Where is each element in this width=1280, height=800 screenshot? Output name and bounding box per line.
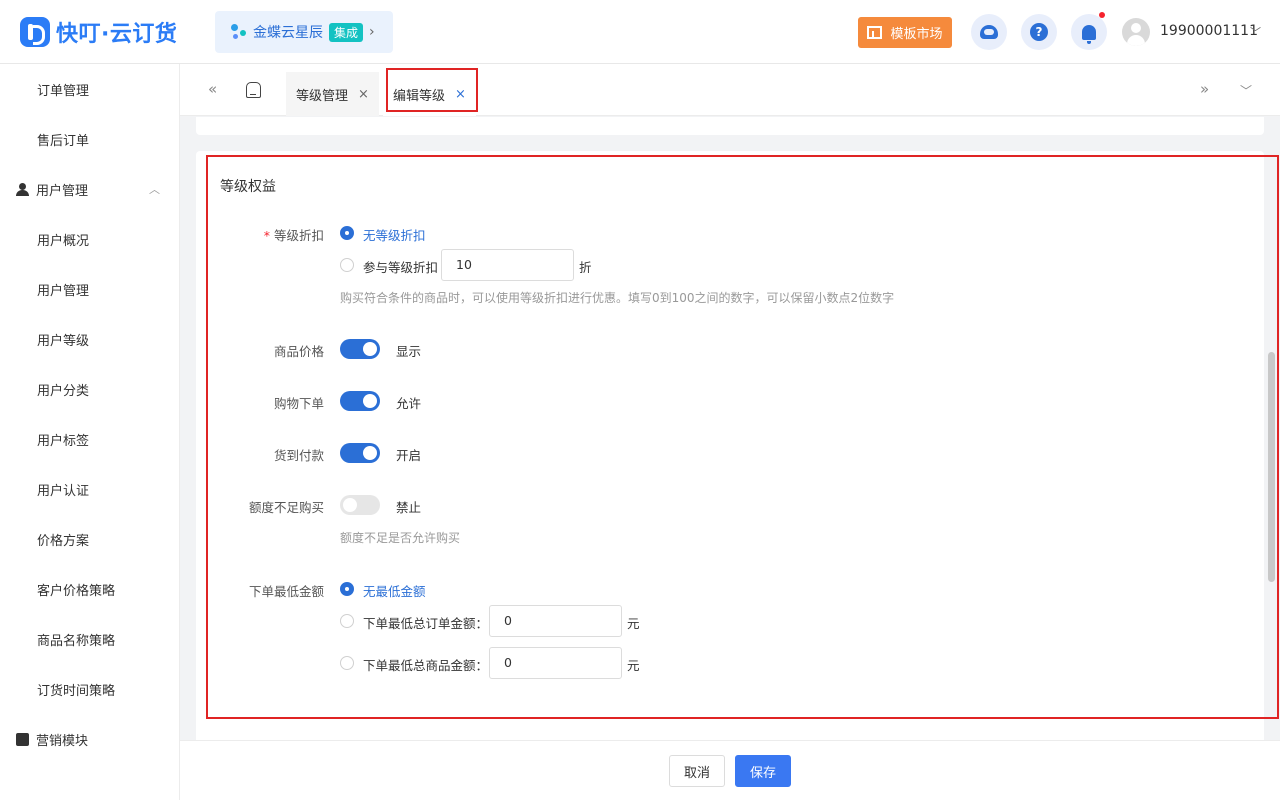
sidebar-item-price-plans[interactable]: 价格方案 <box>0 514 179 564</box>
help-button[interactable]: ? <box>1021 14 1057 50</box>
sidebar-item-order-time-strategy[interactable]: 订货时间策略 <box>0 664 179 714</box>
template-market-label: 模板市场 <box>890 27 943 42</box>
no-min-amount-label[interactable]: 无最低金额 <box>363 581 426 600</box>
radio-join-discount[interactable] <box>340 258 354 272</box>
marketing-icon <box>16 732 29 746</box>
section-title: 等级权益 <box>220 179 276 195</box>
sidebar-item-user-verification[interactable]: 用户认证 <box>0 464 179 514</box>
discount-input[interactable]: 10 <box>441 249 574 281</box>
sidebar-item-orders[interactable]: 订单管理 <box>0 64 179 114</box>
headset-icon <box>980 25 998 39</box>
logo-k-icon <box>20 17 50 47</box>
tabs-menu-chevron-icon[interactable]: ﹀ <box>1240 82 1252 99</box>
app-logo[interactable]: 快叮·云订货 <box>20 17 177 47</box>
credit-state: 禁止 <box>396 500 422 515</box>
save-button[interactable]: 保存 <box>735 755 791 787</box>
kingdee-logo-icon <box>229 21 251 43</box>
sidebar-item-user-levels[interactable]: 用户等级 <box>0 314 179 364</box>
tabs-scroll-left-icon[interactable]: « <box>208 80 217 98</box>
cod-switch[interactable] <box>340 443 380 463</box>
sidebar-item-product-name-strategy[interactable]: 商品名称策略 <box>0 614 179 664</box>
min-order-total-unit: 元 <box>627 616 640 631</box>
order-label: 购物下单 <box>273 396 324 411</box>
chevron-down-icon[interactable]: ﹀ <box>1250 24 1261 40</box>
price-label: 商品价格 <box>273 344 324 359</box>
min-amount-label: 下单最低金额 <box>248 584 324 599</box>
min-goods-total-input[interactable]: 0 <box>489 647 622 679</box>
template-market-button[interactable]: 模板市场 <box>858 17 952 48</box>
avatar[interactable] <box>1122 18 1150 46</box>
discount-hint: 购买符合条件的商品时，可以使用等级折扣进行优惠。填写0到100之间的数字，可以保… <box>340 291 895 305</box>
radio-min-order-total[interactable] <box>340 614 354 628</box>
sidebar-item-user-overview[interactable]: 用户概况 <box>0 214 179 264</box>
no-discount-label[interactable]: 无等级折扣 <box>363 225 426 244</box>
min-goods-total-label[interactable]: 下单最低总商品金额： <box>363 655 488 674</box>
tab-edit-level[interactable]: 编辑等级 × <box>383 72 476 116</box>
main-content <box>180 117 1280 740</box>
sidebar-group-marketing[interactable]: 营销模块 <box>0 714 179 764</box>
min-goods-total-unit: 元 <box>627 658 640 673</box>
credit-switch[interactable] <box>340 495 380 515</box>
cancel-button[interactable]: 取消 <box>669 755 725 787</box>
sidebar-item-customer-price-strategy[interactable]: 客户价格策略 <box>0 564 179 614</box>
credit-label: 额度不足购买 <box>248 500 324 515</box>
tab-level-management[interactable]: 等级管理 × <box>286 72 379 116</box>
sidebar-item-user-categories[interactable]: 用户分类 <box>0 364 179 414</box>
chevron-up-icon: ︿ <box>149 183 160 196</box>
user-icon <box>16 182 29 196</box>
template-icon <box>867 26 883 39</box>
tabs-scroll-right-icon[interactable]: » <box>1200 80 1209 98</box>
cod-label: 货到付款 <box>273 448 324 463</box>
radio-min-goods-total[interactable] <box>340 656 354 670</box>
cod-state: 开启 <box>396 448 422 463</box>
sidebar-item-user-management[interactable]: 用户管理 <box>0 264 179 314</box>
previous-section-card <box>196 117 1264 135</box>
order-state: 允许 <box>396 396 422 411</box>
notification-dot <box>1099 12 1105 18</box>
scrollbar[interactable] <box>1268 352 1275 582</box>
min-order-total-input[interactable]: 0 <box>489 605 622 637</box>
sidebar: 订单管理 售后订单 用户管理 ︿ 用户概况 用户管理 用户等级 用户分类 用户标… <box>0 64 180 800</box>
discount-label: * 等级折扣 <box>263 228 324 243</box>
footer-bar: 取消 保存 <box>180 740 1280 800</box>
bell-icon <box>1082 24 1096 44</box>
min-order-total-label[interactable]: 下单最低总订单金额： <box>363 613 488 632</box>
price-state: 显示 <box>396 344 422 359</box>
order-switch[interactable] <box>340 391 380 411</box>
help-icon: ? <box>1030 23 1048 41</box>
join-discount-label[interactable]: 参与等级折扣 <box>363 257 438 276</box>
customer-service-button[interactable] <box>971 14 1007 50</box>
notification-button[interactable] <box>1071 12 1107 50</box>
credit-hint: 额度不足是否允许购买 <box>340 531 461 545</box>
username[interactable]: 19900001111 <box>1160 23 1258 39</box>
radio-no-discount[interactable] <box>340 226 354 240</box>
price-switch[interactable] <box>340 339 380 359</box>
home-icon[interactable] <box>246 82 261 98</box>
sidebar-item-after-sales[interactable]: 售后订单 <box>0 114 179 164</box>
sidebar-group-users[interactable]: 用户管理 ︿ <box>0 164 179 214</box>
kingdee-name: 金蝶云星辰 <box>253 25 323 41</box>
top-header: 快叮·云订货 金蝶云星辰 集成 › 模板市场 ? 19900001111 ﹀ <box>0 0 1280 64</box>
integration-tag: 集成 <box>329 22 364 42</box>
discount-unit: 折 <box>579 260 592 275</box>
sidebar-item-user-tags[interactable]: 用户标签 <box>0 414 179 464</box>
chevron-right-icon: › <box>369 24 375 40</box>
close-icon[interactable]: × <box>455 87 466 102</box>
radio-no-min-amount[interactable] <box>340 582 354 596</box>
kingdee-integration-badge[interactable]: 金蝶云星辰 集成 › <box>215 11 393 53</box>
close-icon[interactable]: × <box>358 87 369 102</box>
tab-bar: « 等级管理 × 编辑等级 × » ﹀ <box>180 64 1280 116</box>
logo-text: 快叮·云订货 <box>56 22 178 47</box>
